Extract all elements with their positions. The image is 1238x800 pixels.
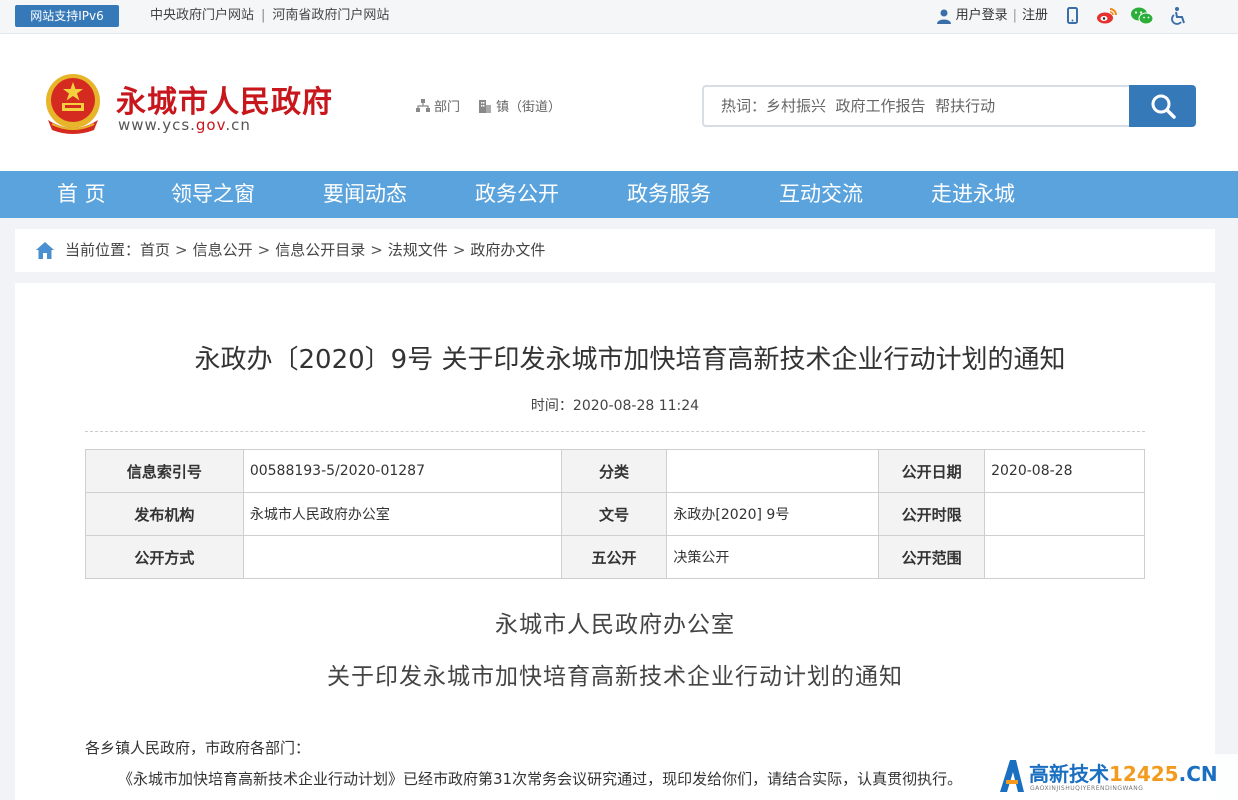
nav-item-gov-affairs[interactable]: 政务公开 (475, 171, 559, 218)
watermark-logo-icon (1000, 760, 1024, 792)
top-right-tools: 用户登录 | 注册 (936, 0, 1188, 32)
article-time: 时间：2020-08-28 11:24 (530, 398, 700, 414)
breadcrumb-separator: > (257, 241, 271, 259)
nav-item-interaction[interactable]: 互动交流 (779, 171, 863, 218)
divider (85, 431, 1145, 432)
mobile-icon[interactable] (1062, 6, 1082, 26)
meta-value (984, 492, 1145, 536)
henan-gov-link[interactable]: 河南省政府门户网站 (272, 8, 389, 23)
watermark-subtitle: GAOXINJISHUQIYERENDINGWANG (1030, 785, 1144, 792)
breadcrumb-separator: > (370, 241, 383, 259)
meta-key: 公开方式 (85, 535, 244, 579)
breadcrumb-item-office-docs[interactable]: 政府办文件 (470, 241, 545, 259)
site-url-pre: www.ycs. (118, 116, 196, 134)
meta-key: 五公开 (560, 535, 668, 579)
home-icon (36, 242, 54, 259)
document-greeting: 各乡镇人民政府，市政府各部门： (85, 739, 311, 757)
login-separator: | (1012, 8, 1017, 23)
table-row: 信息索引号 00588193-5/2020-01287 分类 公开日期 2020… (85, 449, 1145, 493)
meta-value: 永城市人民政府办公室 (242, 492, 562, 536)
nav-item-about[interactable]: 走进永城 (931, 171, 1015, 218)
watermark-brand: 高新技术12425.CN (1029, 758, 1218, 787)
breadcrumb-item-regulations[interactable]: 法规文件 (388, 241, 448, 259)
table-row: 公开方式 五公开 决策公开 公开范围 (85, 535, 1145, 579)
watermark-brand-a: 高新技术 (1029, 762, 1109, 786)
site-name[interactable]: 永城市人民政府 (116, 77, 333, 121)
user-icon (936, 9, 951, 24)
search-box (702, 85, 1196, 127)
meta-key: 公开日期 (878, 449, 986, 493)
top-bar: 网站支持IPv6 中央政府门户网站 | 河南省政府门户网站 用户登录 | 注册 (0, 0, 1238, 34)
ipv6-badge[interactable]: 网站支持IPv6 (15, 5, 119, 27)
quick-link-department-label: 部门 (434, 100, 461, 115)
meta-key: 发布机构 (85, 492, 244, 536)
breadcrumb-item-home[interactable]: 首页 (140, 241, 170, 259)
site-url: www.ycs.gov.cn (118, 116, 251, 134)
site-url-gov: gov (195, 116, 226, 134)
watermark-brand-c: .CN (1178, 762, 1218, 786)
article-panel: 永政办〔2020〕9号 关于印发永城市加快培育高新技术企业行动计划的通知 时间：… (15, 283, 1215, 800)
nav-item-home[interactable]: 首 页 (57, 171, 106, 218)
wechat-icon[interactable] (1130, 6, 1154, 26)
building-icon (479, 99, 492, 113)
nav-item-services[interactable]: 政务服务 (627, 171, 711, 218)
search-input[interactable] (702, 85, 1130, 127)
meta-key: 文号 (560, 492, 668, 536)
meta-value: 永政办[2020] 9号 (666, 492, 880, 536)
accessibility-icon[interactable] (1168, 6, 1188, 26)
quick-link-town-label: 镇（街道） (496, 100, 562, 115)
nav-item-leaders[interactable]: 领导之窗 (171, 171, 255, 218)
meta-key: 分类 (560, 449, 668, 493)
national-emblem-icon[interactable] (42, 72, 104, 136)
meta-value: 00588193-5/2020-01287 (242, 449, 562, 493)
meta-key: 公开时限 (878, 492, 986, 536)
user-login-link[interactable]: 用户登录 (956, 0, 1008, 32)
breadcrumb-trail: 当前位置：首页 > 信息公开 > 信息公开目录 > 法规文件 > 政府办文件 (65, 229, 545, 272)
register-link[interactable]: 注册 (1022, 0, 1048, 32)
meta-value (984, 535, 1145, 579)
quick-link-department[interactable]: 部门 (416, 96, 460, 115)
weibo-icon[interactable] (1096, 6, 1117, 26)
watermark-brand-b: 12425 (1109, 762, 1179, 786)
search-icon (1151, 94, 1176, 119)
breadcrumb-item-info[interactable]: 信息公开 (193, 241, 253, 259)
user-login-group: 用户登录 | 注册 (936, 0, 1048, 32)
watermark: 高新技术12425.CN GAOXINJISHUQIYERENDINGWANG (996, 754, 1238, 800)
meta-key: 公开范围 (878, 535, 986, 579)
meta-value (242, 535, 562, 579)
site-url-post: .cn (225, 116, 251, 134)
document-title: 关于印发永城市加快培育高新技术企业行动计划的通知 (327, 664, 903, 690)
search-button[interactable] (1129, 85, 1196, 127)
quick-links: 部门 镇（街道） (416, 96, 579, 115)
meta-value: 决策公开 (666, 535, 880, 579)
metadata-table: 信息索引号 00588193-5/2020-01287 分类 公开日期 2020… (85, 449, 1145, 579)
top-link-separator: | (261, 8, 266, 23)
site-header: 永城市人民政府 www.ycs.gov.cn 部门 镇（街道） (0, 34, 1238, 171)
central-gov-link[interactable]: 中央政府门户网站 (150, 8, 254, 23)
nav-item-news[interactable]: 要闻动态 (323, 171, 407, 218)
meta-value: 2020-08-28 (984, 449, 1145, 493)
breadcrumb-item-catalog[interactable]: 信息公开目录 (275, 241, 365, 259)
main-nav: 首 页 领导之窗 要闻动态 政务公开 政务服务 互动交流 走进永城 (0, 171, 1238, 218)
breadcrumb: 当前位置：首页 > 信息公开 > 信息公开目录 > 法规文件 > 政府办文件 (15, 229, 1215, 272)
department-icon (416, 98, 430, 112)
meta-value (666, 449, 880, 493)
breadcrumb-label: 当前位置： (65, 241, 141, 259)
breadcrumb-separator: > (175, 241, 188, 259)
top-links: 中央政府门户网站 | 河南省政府门户网站 (150, 0, 389, 32)
table-row: 发布机构 永城市人民政府办公室 文号 永政办[2020] 9号 公开时限 (85, 492, 1145, 536)
meta-key: 信息索引号 (85, 449, 244, 493)
breadcrumb-separator: > (452, 241, 466, 259)
document-org: 永城市人民政府办公室 (495, 612, 735, 638)
quick-link-town[interactable]: 镇（街道） (478, 96, 561, 115)
article-title: 永政办〔2020〕9号 关于印发永城市加快培育高新技术企业行动计划的通知 (194, 345, 1066, 375)
